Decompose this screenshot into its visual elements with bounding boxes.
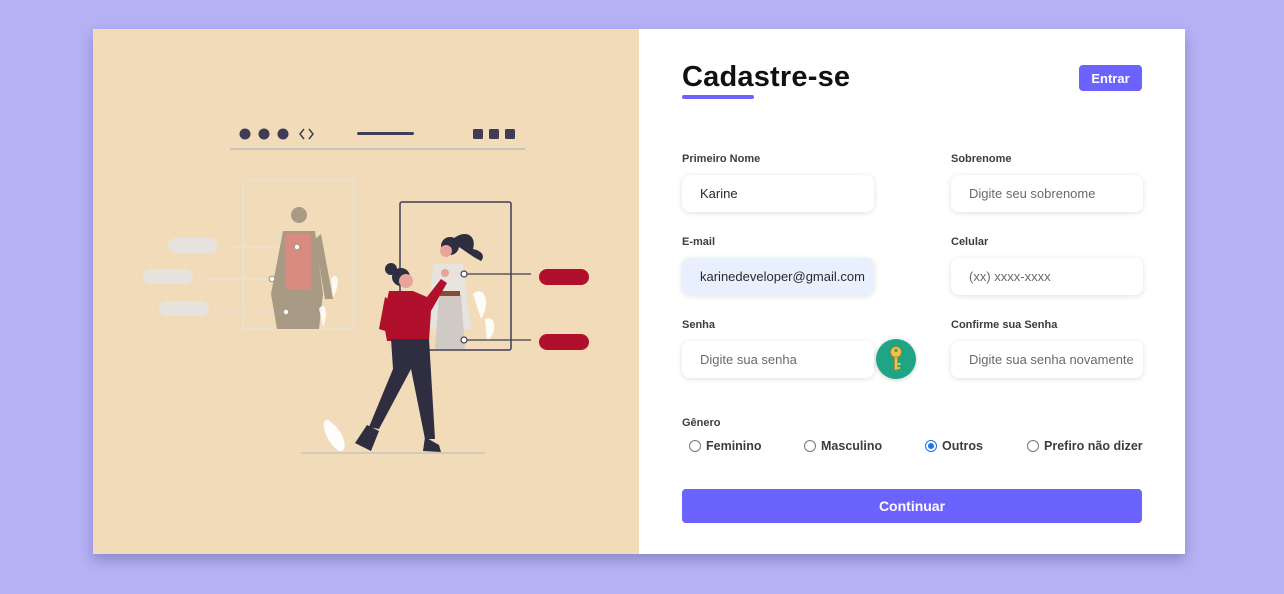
- radio-button-selected[interactable]: [925, 440, 937, 452]
- email-input[interactable]: [682, 258, 874, 295]
- continue-button[interactable]: Continuar: [682, 489, 1142, 523]
- gender-option-feminino[interactable]: Feminino: [689, 439, 762, 453]
- key-icon: [890, 346, 902, 371]
- password-manager-button[interactable]: [876, 339, 916, 379]
- radio-button[interactable]: [804, 440, 816, 452]
- last-name-label: Sobrenome: [951, 153, 1012, 165]
- phone-label: Celular: [951, 236, 989, 248]
- gender-label: Gênero: [682, 417, 721, 429]
- gender-option-masculino[interactable]: Masculino: [804, 439, 882, 453]
- first-name-input[interactable]: [682, 175, 874, 212]
- radio-button[interactable]: [689, 440, 701, 452]
- signup-illustration: [143, 128, 589, 454]
- page-title: Cadastre-se: [682, 61, 851, 93]
- password-input[interactable]: [682, 341, 874, 378]
- gender-option-label: Masculino: [821, 439, 883, 453]
- gender-option-outros[interactable]: Outros: [925, 439, 983, 453]
- gender-option-label: Outros: [942, 439, 983, 453]
- form-panel: Cadastre-se Entrar Primeiro Nome Sobreno…: [639, 29, 1185, 554]
- login-button[interactable]: Entrar: [1079, 65, 1142, 91]
- first-name-label: Primeiro Nome: [682, 153, 761, 165]
- phone-input[interactable]: [951, 258, 1143, 295]
- gender-option-label: Feminino: [706, 439, 762, 453]
- gender-option-label: Prefiro não dizer: [1044, 439, 1143, 453]
- email-label: E-mail: [682, 236, 716, 248]
- password-label: Senha: [682, 319, 716, 331]
- last-name-input[interactable]: [951, 175, 1143, 212]
- title-underline: [682, 95, 754, 99]
- gender-option-prefiro-nao-dizer[interactable]: Prefiro não dizer: [1027, 439, 1143, 453]
- radio-button[interactable]: [1027, 440, 1039, 452]
- illustration-panel: [93, 29, 639, 554]
- confirm-password-input[interactable]: [951, 341, 1143, 378]
- confirm-password-label: Confirme sua Senha: [951, 319, 1058, 331]
- signup-card: Cadastre-se Entrar Primeiro Nome Sobreno…: [93, 29, 1185, 554]
